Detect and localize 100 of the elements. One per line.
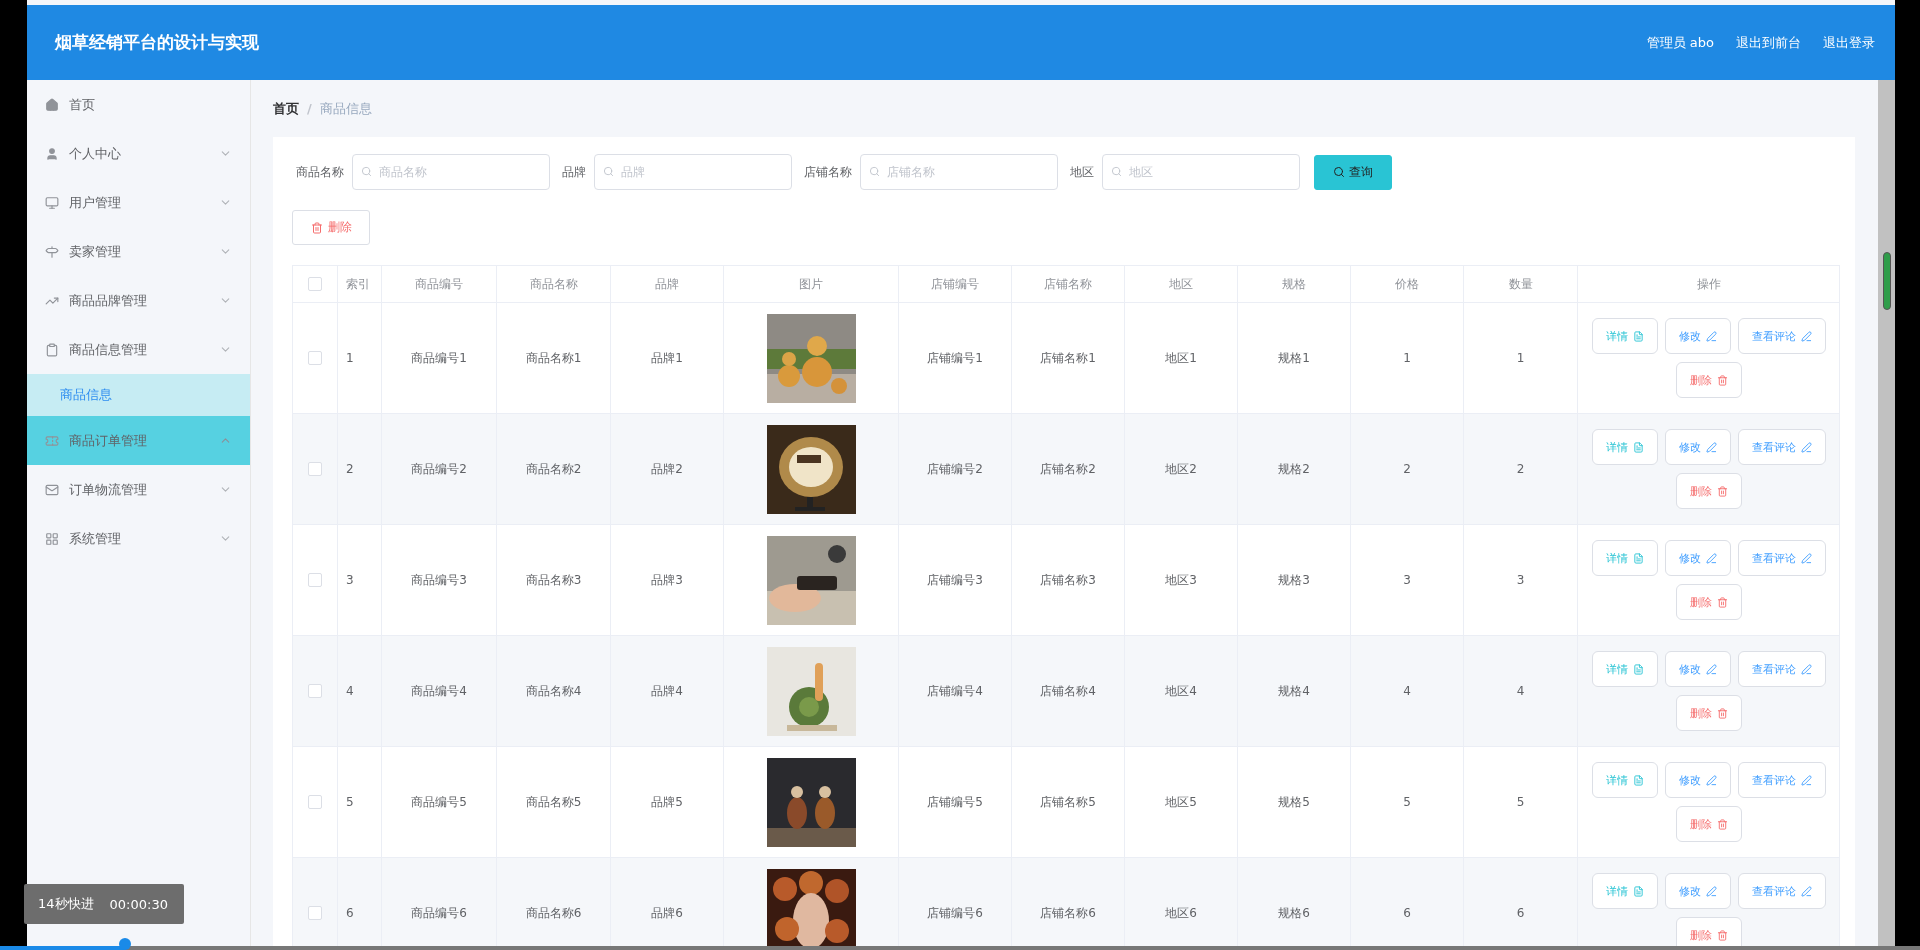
- trash-icon: [1716, 929, 1728, 941]
- checkbox[interactable]: [308, 462, 322, 477]
- comment-button[interactable]: 查看评论: [1737, 762, 1826, 798]
- table-cell: 店铺名称1: [1011, 302, 1125, 414]
- sidebar-label: 个人中心: [69, 144, 122, 163]
- pen-icon: [1705, 552, 1717, 564]
- mail-icon: [45, 482, 59, 497]
- sidebar-label: 订单物流管理: [69, 480, 148, 499]
- sidebar-label: 卖家管理: [69, 242, 122, 261]
- detail-button[interactable]: 详情: [1591, 318, 1658, 354]
- checkbox[interactable]: [308, 277, 322, 292]
- search-field[interactable]: 商品名称: [352, 154, 550, 190]
- search-icon: [361, 166, 372, 177]
- edit-button[interactable]: 修改: [1664, 651, 1731, 687]
- sidebar-item[interactable]: 卖家管理: [27, 227, 250, 276]
- table-cell: 1: [337, 302, 382, 414]
- search-button[interactable]: 查询: [1314, 154, 1392, 190]
- table-cell: 规格1: [1237, 302, 1351, 414]
- table-cell: 品牌4: [610, 635, 724, 747]
- comment-button[interactable]: 查看评论: [1737, 540, 1826, 576]
- table-cell: 品牌5: [610, 746, 724, 858]
- sidebar-item[interactable]: 商品信息管理: [27, 325, 250, 374]
- edit-button[interactable]: 修改: [1664, 762, 1731, 798]
- edit-button[interactable]: 修改: [1664, 873, 1731, 909]
- checkbox[interactable]: [308, 684, 322, 699]
- header-link[interactable]: 管理员 abo: [1646, 33, 1714, 52]
- detail-button[interactable]: 详情: [1591, 429, 1658, 465]
- sidebar-item[interactable]: 订单物流管理: [27, 465, 250, 514]
- breadcrumb-item[interactable]: 首页: [273, 99, 299, 118]
- table-cell: 店铺名称4: [1011, 635, 1125, 747]
- header-link[interactable]: 退出到前台: [1736, 33, 1801, 52]
- progress-track[interactable]: [0, 946, 1920, 950]
- column-header: 图片: [723, 265, 899, 303]
- sidebar-item[interactable]: 商品订单管理: [27, 416, 250, 465]
- grid-icon: [45, 531, 59, 546]
- breadcrumb-separator: /: [307, 101, 312, 116]
- table-cell: 4: [1350, 635, 1464, 747]
- sidebar-label: 商品信息管理: [69, 340, 148, 359]
- comment-button[interactable]: 查看评论: [1737, 318, 1826, 354]
- submenu-item[interactable]: 商品信息: [27, 374, 250, 416]
- column-header: 操作: [1577, 265, 1840, 303]
- sidebar-item[interactable]: 系统管理: [27, 514, 250, 563]
- column-header: 店铺编号: [898, 265, 1012, 303]
- search-icon: [603, 166, 614, 177]
- table-cell: 4: [1463, 635, 1578, 747]
- tooltip-label: 14秒快进: [38, 895, 94, 913]
- delete-button[interactable]: 删除: [292, 210, 370, 245]
- table-cell: 1: [1350, 302, 1464, 414]
- checkbox[interactable]: [308, 795, 322, 810]
- delete-button[interactable]: 删除: [1675, 695, 1742, 731]
- user-icon: [45, 146, 59, 161]
- header-link[interactable]: 退出登录: [1823, 33, 1875, 52]
- sidebar-item[interactable]: 个人中心: [27, 129, 250, 178]
- search-icon: [1111, 166, 1122, 177]
- detail-button[interactable]: 详情: [1591, 651, 1658, 687]
- table-cell: 地区1: [1124, 302, 1238, 414]
- column-header: 规格: [1237, 265, 1351, 303]
- delete-button[interactable]: 删除: [1675, 584, 1742, 620]
- document-icon: [1632, 441, 1644, 453]
- table-cell: 商品编号2: [381, 413, 497, 525]
- sidebar-item[interactable]: 用户管理: [27, 178, 250, 227]
- sidebar-item[interactable]: 商品品牌管理: [27, 276, 250, 325]
- sidebar-label: 系统管理: [69, 529, 122, 548]
- column-header: 商品名称: [496, 265, 611, 303]
- pen-icon: [1800, 330, 1812, 342]
- comment-button[interactable]: 查看评论: [1737, 429, 1826, 465]
- checkbox[interactable]: [308, 906, 322, 921]
- delete-button[interactable]: 删除: [1675, 362, 1742, 398]
- scroll-thumb[interactable]: [1882, 252, 1891, 310]
- pen-icon: [1705, 330, 1717, 342]
- detail-button[interactable]: 详情: [1591, 762, 1658, 798]
- checkbox[interactable]: [308, 573, 322, 588]
- column-header: 价格: [1350, 265, 1464, 303]
- table-cell: 商品名称1: [496, 302, 611, 414]
- pen-icon: [1705, 663, 1717, 675]
- sidebar-item[interactable]: 首页: [27, 80, 250, 129]
- table-cell: 店铺名称5: [1011, 746, 1125, 858]
- delete-button[interactable]: 删除: [1675, 806, 1742, 842]
- comment-button[interactable]: 查看评论: [1737, 873, 1826, 909]
- search-field[interactable]: 店铺名称: [860, 154, 1058, 190]
- table-cell: 地区4: [1124, 635, 1238, 747]
- pen-icon: [1705, 441, 1717, 453]
- site-title: 烟草经销平台的设计与实现: [55, 31, 259, 54]
- table-cell: 3: [1350, 524, 1464, 636]
- delete-button[interactable]: 删除: [1675, 473, 1742, 509]
- signpost-icon: [45, 244, 59, 259]
- edit-button[interactable]: 修改: [1664, 540, 1731, 576]
- table-cell: 地区3: [1124, 524, 1238, 636]
- detail-button[interactable]: 详情: [1591, 540, 1658, 576]
- edit-button[interactable]: 修改: [1664, 318, 1731, 354]
- edit-button[interactable]: 修改: [1664, 429, 1731, 465]
- search-field[interactable]: 地区: [1102, 154, 1300, 190]
- comment-button[interactable]: 查看评论: [1737, 651, 1826, 687]
- table-cell: 规格2: [1237, 413, 1351, 525]
- table-cell: 商品名称4: [496, 635, 611, 747]
- checkbox[interactable]: [308, 351, 322, 366]
- column-header: 数量: [1463, 265, 1578, 303]
- search-field[interactable]: 品牌: [594, 154, 792, 190]
- detail-button[interactable]: 详情: [1591, 873, 1658, 909]
- table-cell: 规格3: [1237, 524, 1351, 636]
